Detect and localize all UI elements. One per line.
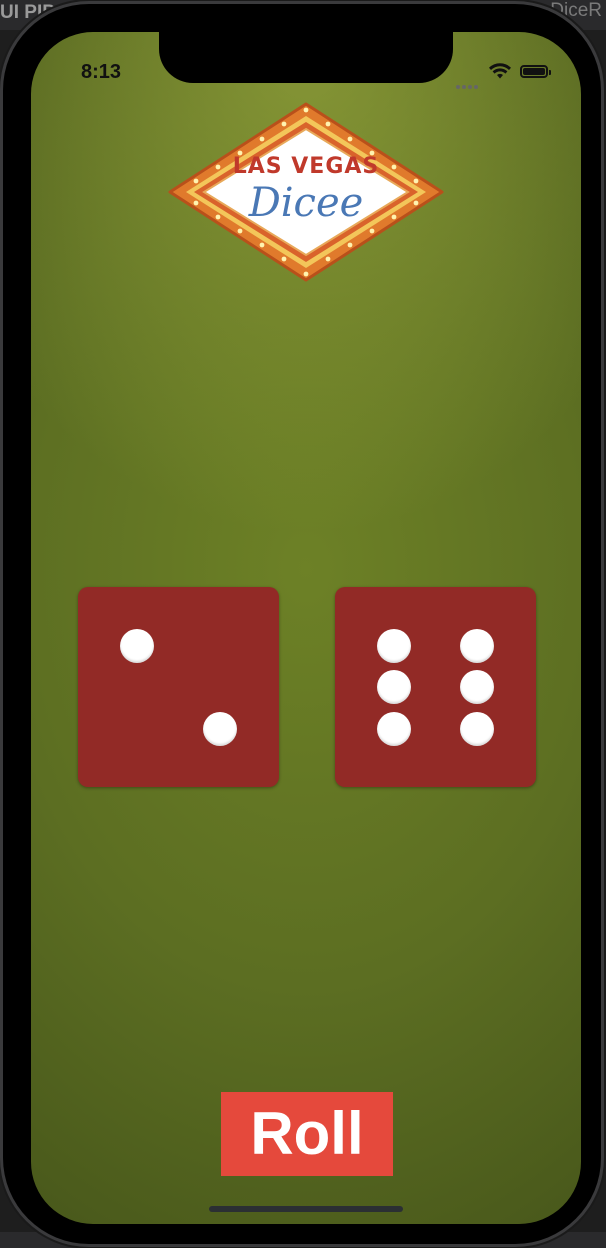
logo-title-dicee: Dicee: [248, 180, 364, 226]
status-time: 8:13: [81, 61, 122, 83]
die-pip: [377, 670, 411, 704]
die-pip: [460, 712, 494, 746]
logo-title-las-vegas: LAS VEGAS: [232, 154, 380, 179]
left-die: [78, 587, 279, 787]
notch: [159, 32, 453, 83]
die-pip: [377, 629, 411, 663]
die-pip: [377, 712, 411, 746]
die-pip: [460, 629, 494, 663]
right-die: [335, 587, 536, 787]
las-vegas-dicee-logo: LAS VEGAS Dicee: [168, 102, 444, 282]
iphone-device-frame: 8:13 LAS VEGAS Dicee Roll: [3, 4, 601, 1244]
roll-button[interactable]: Roll: [221, 1092, 393, 1176]
die-pip: [460, 670, 494, 704]
battery-icon: [520, 65, 551, 78]
die-pip: [120, 629, 154, 663]
die-pip: [203, 712, 237, 746]
wifi-icon: [489, 63, 511, 79]
app-screen: 8:13 LAS VEGAS Dicee Roll: [31, 32, 581, 1224]
cellular-dots-icon: [456, 76, 482, 89]
home-indicator: [209, 1206, 403, 1212]
